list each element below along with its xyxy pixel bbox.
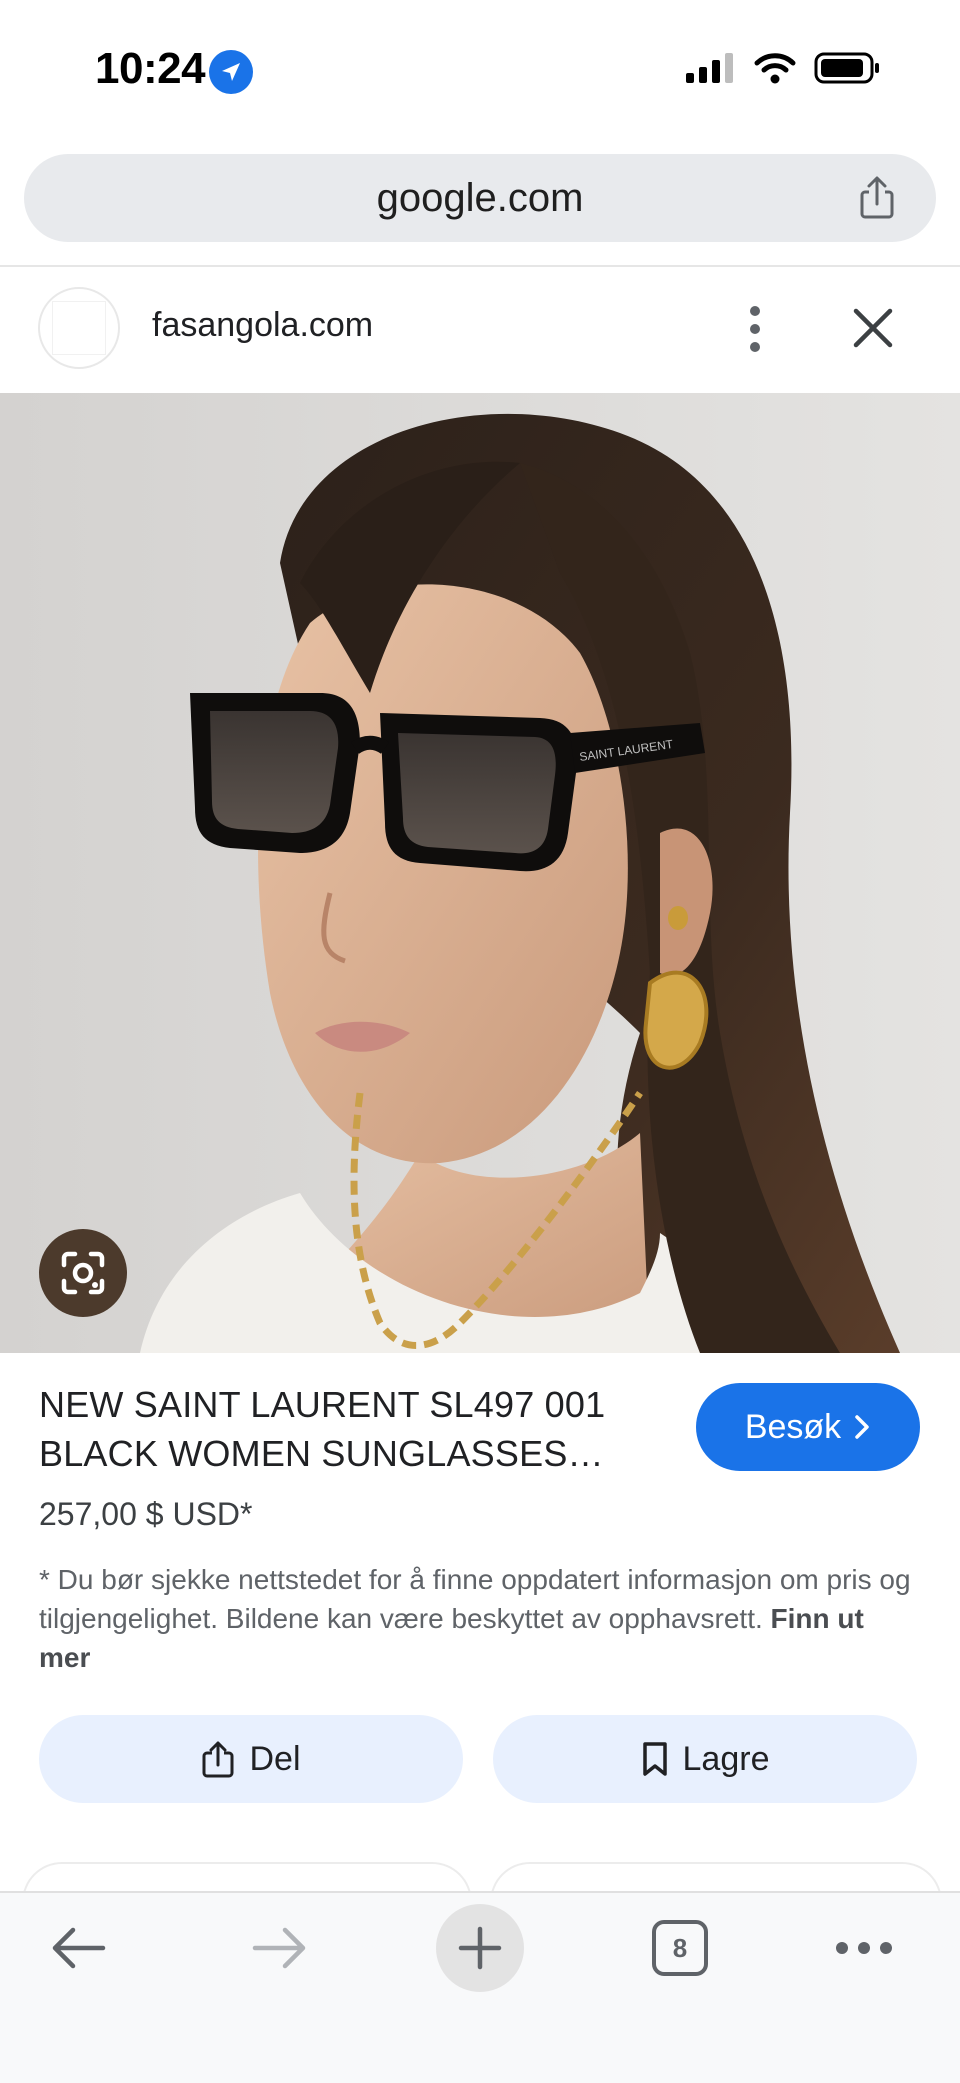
google-lens-icon[interactable]: [39, 1229, 127, 1317]
share-label: Del: [249, 1739, 301, 1778]
more-vert-icon[interactable]: [740, 304, 770, 354]
share-icon: [202, 1741, 234, 1778]
url-text: google.com: [376, 175, 584, 220]
close-icon[interactable]: [850, 305, 896, 351]
product-title-line1: NEW SAINT LAURENT SL497 001: [39, 1384, 606, 1425]
bottom-toolbar: 8: [0, 1891, 960, 2083]
plus-icon: [436, 1904, 524, 1992]
wifi-icon: [754, 53, 796, 84]
visit-button-label: Besøk: [744, 1407, 842, 1446]
location-arrow-icon: [209, 50, 253, 94]
new-tab-button[interactable]: [436, 1893, 524, 2003]
site-favicon: [38, 287, 120, 369]
bookmark-icon: [642, 1742, 667, 1776]
address-bar[interactable]: google.com: [24, 154, 936, 242]
chevron-right-icon: [855, 1415, 869, 1439]
product-title[interactable]: NEW SAINT LAURENT SL497 001 BLACK WOMEN …: [39, 1380, 659, 1478]
visit-button[interactable]: Besøk: [696, 1383, 920, 1471]
disclaimer-text: * Du bør sjekke nettstedet for å finne o…: [39, 1560, 919, 1677]
save-label: Lagre: [682, 1739, 770, 1778]
share-icon[interactable]: [854, 175, 900, 221]
battery-icon: [814, 52, 879, 84]
share-button[interactable]: Del: [39, 1715, 463, 1803]
forward-icon[interactable]: [238, 1893, 322, 2003]
signal-icon: [686, 53, 733, 83]
status-time: 10:24: [95, 44, 206, 93]
more-horiz-icon[interactable]: [834, 1893, 894, 2003]
back-icon[interactable]: [36, 1893, 120, 2003]
tab-count: 8: [652, 1920, 708, 1976]
product-image[interactable]: SAINT LAURENT: [0, 393, 960, 1353]
tabs-button[interactable]: 8: [652, 1893, 708, 2003]
save-button[interactable]: Lagre: [493, 1715, 917, 1803]
product-price: 257,00 $ USD*: [39, 1496, 253, 1532]
divider: [0, 265, 960, 267]
status-icons: [686, 52, 880, 84]
product-title-line2: BLACK WOMEN SUNGLASSES…: [39, 1433, 604, 1474]
site-name[interactable]: fasangola.com: [152, 306, 373, 345]
